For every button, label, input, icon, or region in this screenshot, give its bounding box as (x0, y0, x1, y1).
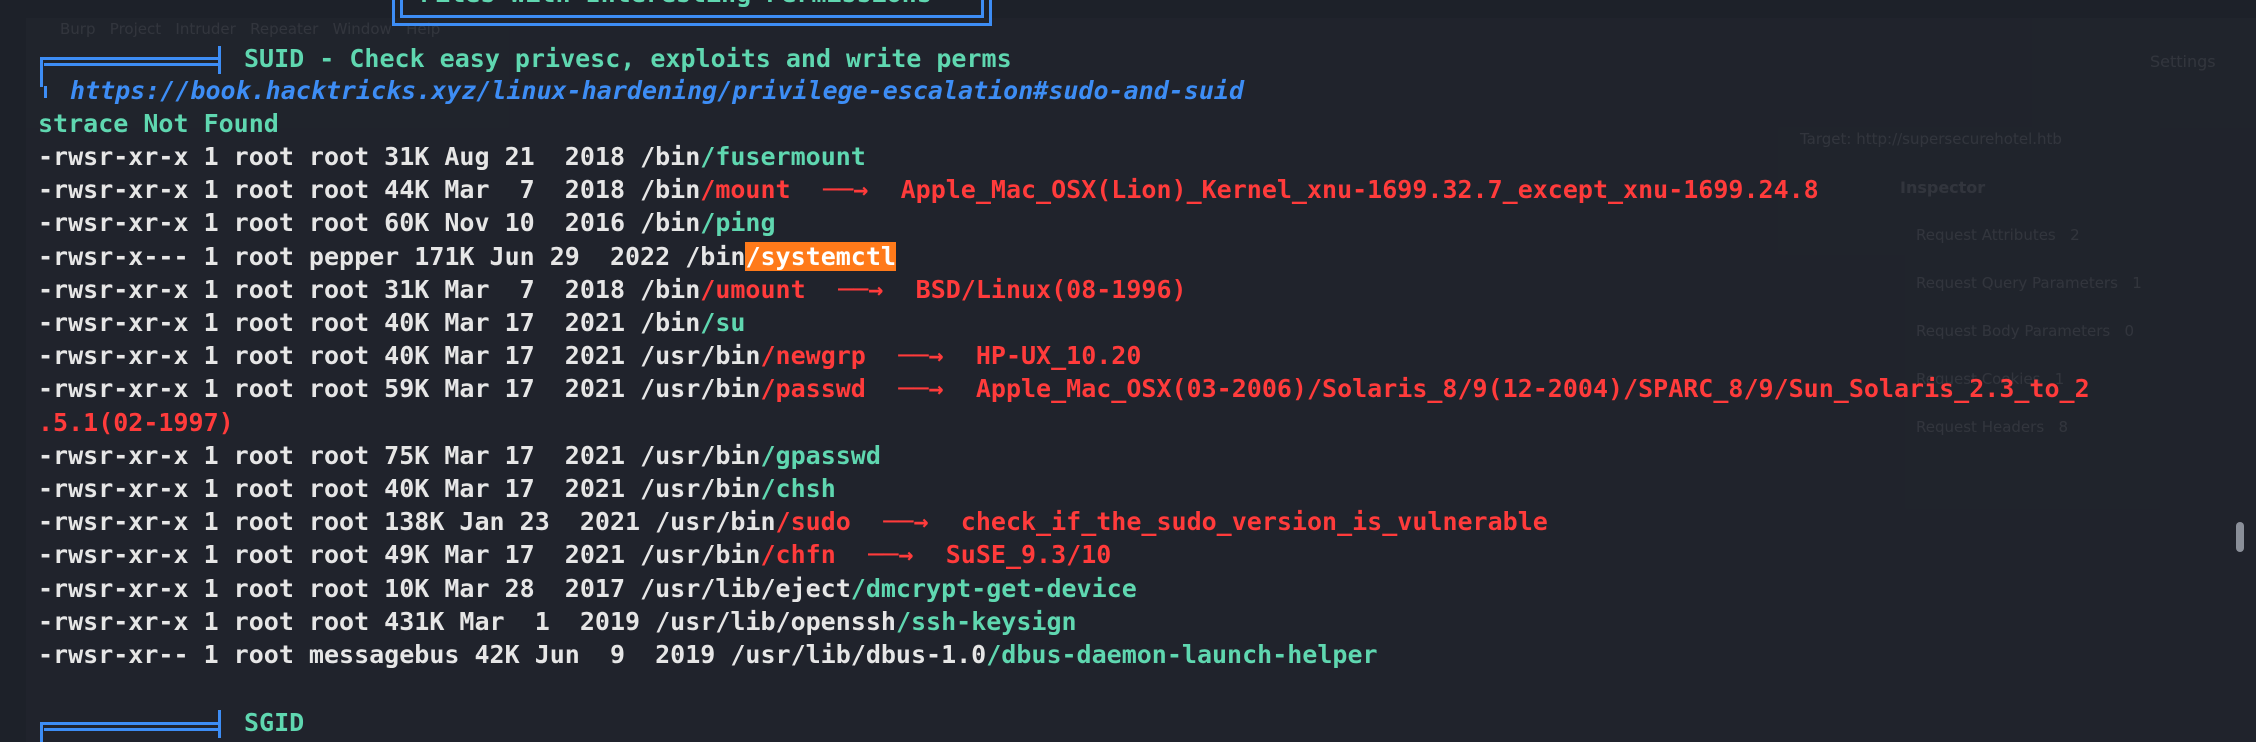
file-directory: /usr/lib/eject (640, 573, 851, 603)
suid-header-rule-inner (44, 63, 220, 66)
strace-status: strace Not Found (38, 109, 279, 138)
suid-header-rule (40, 57, 220, 60)
permission-info: -rwsr-xr-x 1 root root 40K Mar 17 2021 (38, 308, 641, 337)
permission-info: -rwsr-xr-x 1 root root 49K Mar 17 2021 (38, 540, 641, 570)
file-directory: /usr/bin (640, 374, 761, 404)
suid-file-line: -rwsr-xr-x 1 root root 40K Mar 17 2021 /… (38, 473, 836, 505)
file-name: /sudo (775, 507, 851, 537)
permission-info: -rwsr-xr-x 1 root root 431K Mar 1 2019 (38, 606, 656, 636)
scrollbar-thumb[interactable] (2236, 522, 2244, 552)
suid-file-line: -rwsr-xr-x 1 root root 60K Nov 10 2016 /… (38, 207, 776, 239)
exploit-note: SuSE_9.3/10 (945, 540, 1112, 570)
permission-info: -rwsr-xr-x 1 root root 31K Aug 21 2018 (38, 142, 641, 171)
file-name: /chsh (760, 474, 836, 503)
arrow-icon: ──→ (883, 507, 929, 537)
permission-info: -rwsr-xr-x 1 root root 10K Mar 28 2017 (38, 573, 641, 603)
suid-header-left-bar (40, 57, 43, 87)
file-name: /ssh-keysign (895, 606, 1077, 636)
terminal-output[interactable]: Files with Interesting Permissions SUID … (0, 0, 2256, 742)
file-directory: /bin (640, 308, 701, 337)
file-directory: /bin (640, 175, 701, 205)
suid-section-title: SUID - Check easy privesc, exploits and … (244, 44, 1012, 73)
permission-info: -rwsr-xr-x 1 root root 31K Mar 7 2018 (38, 274, 641, 304)
suid-file-line: -rwsr-xr-x 1 root root 138K Jan 23 2021 … (38, 506, 1548, 538)
permission-info: -rwsr-x--- 1 root pepper 171K Jun 29 202… (38, 241, 686, 271)
suid-file-line: -rwsr-xr-x 1 root root 49K Mar 17 2021 /… (38, 539, 1111, 571)
hacktricks-link[interactable]: https://book.hacktricks.xyz/linux-harden… (70, 75, 1244, 107)
file-directory: /usr/lib/openssh (655, 606, 896, 636)
suid-header-tick (218, 46, 221, 74)
permission-info: -rwsr-xr-x 1 root root 75K Mar 17 2021 (38, 440, 641, 470)
file-name: /ping (700, 208, 776, 238)
file-directory: /usr/bin (655, 507, 776, 537)
suid-file-line: -rwsr-xr-x 1 root root 431K Mar 1 2019 /… (38, 606, 1077, 638)
file-name: /fusermount (700, 142, 866, 171)
arrow-icon: ──→ (823, 175, 869, 205)
arrow-icon: ──→ (868, 540, 914, 570)
file-directory: /bin (685, 241, 746, 271)
file-name: /passwd (760, 374, 866, 404)
suid-file-line: -rwsr-x--- 1 root pepper 171K Jun 29 202… (38, 241, 896, 273)
permission-info: -rwsr-xr-x 1 root root 59K Mar 17 2021 (38, 374, 641, 404)
file-name: /dbus-daemon-launch-helper (986, 640, 1378, 669)
exploit-note: Apple_Mac_OSX(Lion)_Kernel_xnu-1699.32.7… (900, 175, 1819, 205)
exploit-note: BSD/Linux(08-1996) (915, 274, 1187, 304)
permission-info: -rwsr-xr-- 1 root messagebus 42K Jun 9 2… (38, 640, 731, 669)
file-directory: /bin (640, 274, 701, 304)
file-name: /umount (700, 274, 806, 304)
suid-file-line: -rwsr-xr-x 1 root root 40K Mar 17 2021 /… (38, 307, 745, 339)
permission-info: -rwsr-xr-x 1 root root 138K Jan 23 2021 (38, 507, 656, 537)
suid-file-line: -rwsr-xr-x 1 root root 40K Mar 17 2021 /… (38, 340, 1141, 372)
exploit-note: Apple_Mac_OSX(03-2006)/Solaris_8/9(12-20… (975, 374, 2090, 404)
file-directory: /usr/bin (640, 440, 761, 470)
suid-file-line: -rwsr-xr-x 1 root root 44K Mar 7 2018 /b… (38, 174, 1819, 206)
arrow-icon: ──→ (898, 374, 944, 404)
file-name: /dmcrypt-get-device (850, 573, 1137, 603)
file-directory: /usr/bin (640, 540, 761, 570)
permission-info: -rwsr-xr-x 1 root root 44K Mar 7 2018 (38, 175, 641, 205)
file-directory: /usr/bin (640, 474, 761, 503)
sgid-header-rule (40, 722, 220, 725)
arrow-icon: ──→ (838, 274, 884, 304)
arrow-icon: ──→ (898, 341, 944, 371)
exploit-note: HP-UX_10.20 (975, 341, 1142, 371)
file-name: /su (700, 308, 746, 337)
exploit-note: .5.1(02-1997) (38, 407, 234, 437)
file-directory: /bin (640, 142, 701, 171)
file-directory: /usr/lib/dbus-1.0 (730, 640, 987, 669)
file-name: /gpasswd (760, 440, 881, 470)
permission-info: -rwsr-xr-x 1 root root 40K Mar 17 2021 (38, 474, 641, 503)
sgid-header-rule-inner (44, 728, 220, 731)
file-name: /mount (700, 175, 791, 205)
suid-file-line: -rwsr-xr-- 1 root messagebus 42K Jun 9 2… (38, 639, 1378, 671)
suid-file-line: .5.1(02-1997) (38, 407, 234, 439)
file-name: /newgrp (760, 341, 866, 371)
file-name: /chfn (760, 540, 836, 570)
sgid-header-left-bar (40, 722, 43, 742)
permission-info: -rwsr-xr-x 1 root root 40K Mar 17 2021 (38, 341, 641, 371)
suid-file-line: -rwsr-xr-x 1 root root 31K Aug 21 2018 /… (38, 141, 866, 173)
header-title: Files with Interesting Permissions (420, 0, 932, 10)
suid-file-line: -rwsr-xr-x 1 root root 59K Mar 17 2021 /… (38, 373, 2090, 405)
permission-info: -rwsr-xr-x 1 root root 60K Nov 10 2016 (38, 208, 641, 238)
sgid-section-title: SGID (244, 708, 305, 737)
file-directory: /usr/bin (640, 341, 761, 371)
exploit-note: check_if_the_sudo_version_is_vulnerable (960, 507, 1548, 537)
suid-file-line: -rwsr-xr-x 1 root root 75K Mar 17 2021 /… (38, 440, 881, 472)
file-name: /systemctl (745, 241, 896, 271)
file-directory: /bin (640, 208, 701, 238)
suid-file-line: -rwsr-xr-x 1 root root 31K Mar 7 2018 /b… (38, 274, 1187, 306)
sgid-header-tick (218, 710, 221, 738)
suid-link-bracket (44, 86, 47, 98)
suid-file-line: -rwsr-xr-x 1 root root 10K Mar 28 2017 /… (38, 573, 1137, 605)
